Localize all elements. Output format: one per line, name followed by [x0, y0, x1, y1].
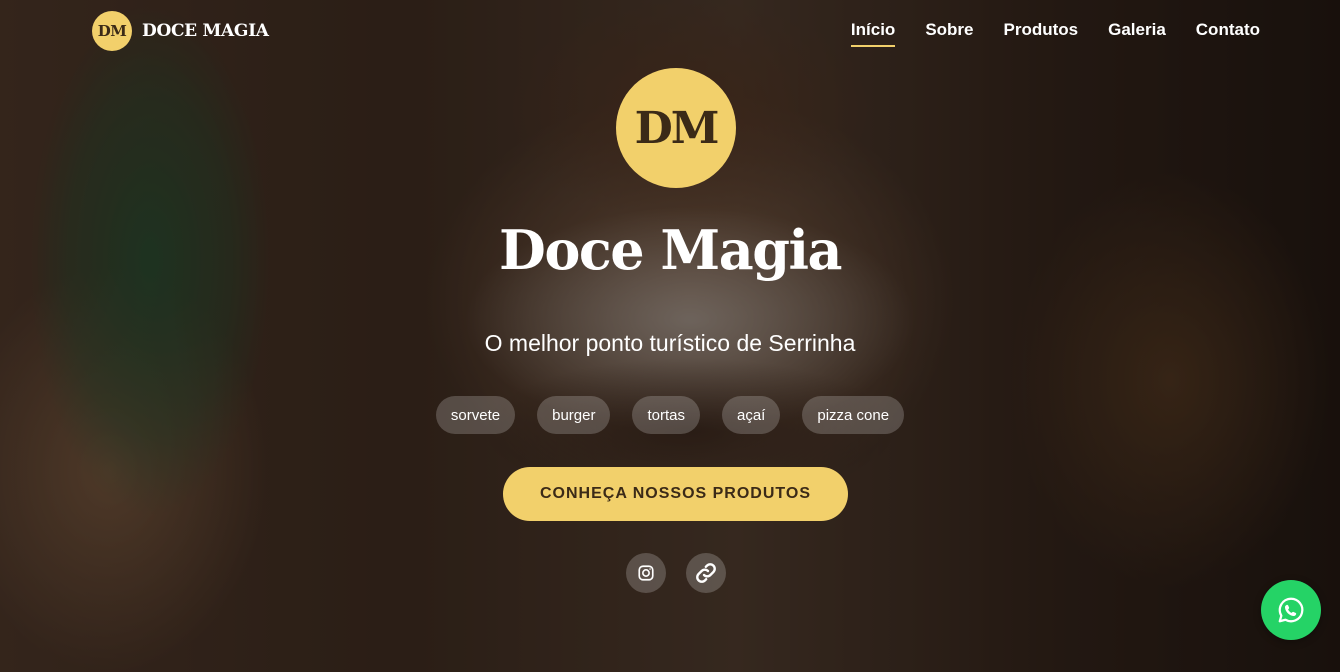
brand-logo-link[interactable]: DM DOCE MAGIA	[92, 11, 269, 51]
tag-sorvete: sorvete	[435, 396, 516, 434]
products-cta-button[interactable]: CONHEÇA NOSSOS PRODUTOS	[503, 467, 848, 521]
social-links	[626, 553, 726, 593]
brand-name: DOCE MAGIA	[142, 21, 269, 41]
nav-item-sobre[interactable]: Sobre	[925, 20, 973, 43]
main-nav: Início Sobre Produtos Galeria Contato	[821, 20, 1260, 47]
nav-item-contato[interactable]: Contato	[1196, 20, 1260, 43]
instagram-link[interactable]	[626, 553, 666, 593]
hero-logo: DM	[616, 68, 736, 188]
hero-title: Doce Magia	[499, 218, 842, 282]
product-tags: sorvete burger tortas açaí pizza cone	[0, 396, 1340, 434]
navbar: DM DOCE MAGIA Início Sobre Produtos Gale…	[0, 0, 1340, 62]
link-button[interactable]	[686, 553, 726, 593]
whatsapp-icon	[1278, 597, 1304, 623]
link-icon	[696, 563, 716, 583]
instagram-icon	[638, 565, 654, 581]
tag-acai: açaí	[722, 396, 781, 434]
tag-pizza-cone: pizza cone	[802, 396, 905, 434]
nav-item-produtos[interactable]: Produtos	[1004, 20, 1079, 43]
nav-item-galeria[interactable]: Galeria	[1108, 20, 1166, 43]
whatsapp-button[interactable]	[1261, 580, 1321, 640]
nav-item-inicio[interactable]: Início	[850, 20, 896, 47]
hero-subtitle: O melhor ponto turístico de Serrinha	[484, 330, 856, 356]
brand-badge: DM	[92, 11, 132, 51]
tag-tortas: tortas	[632, 396, 700, 434]
tag-burger: burger	[537, 396, 611, 434]
